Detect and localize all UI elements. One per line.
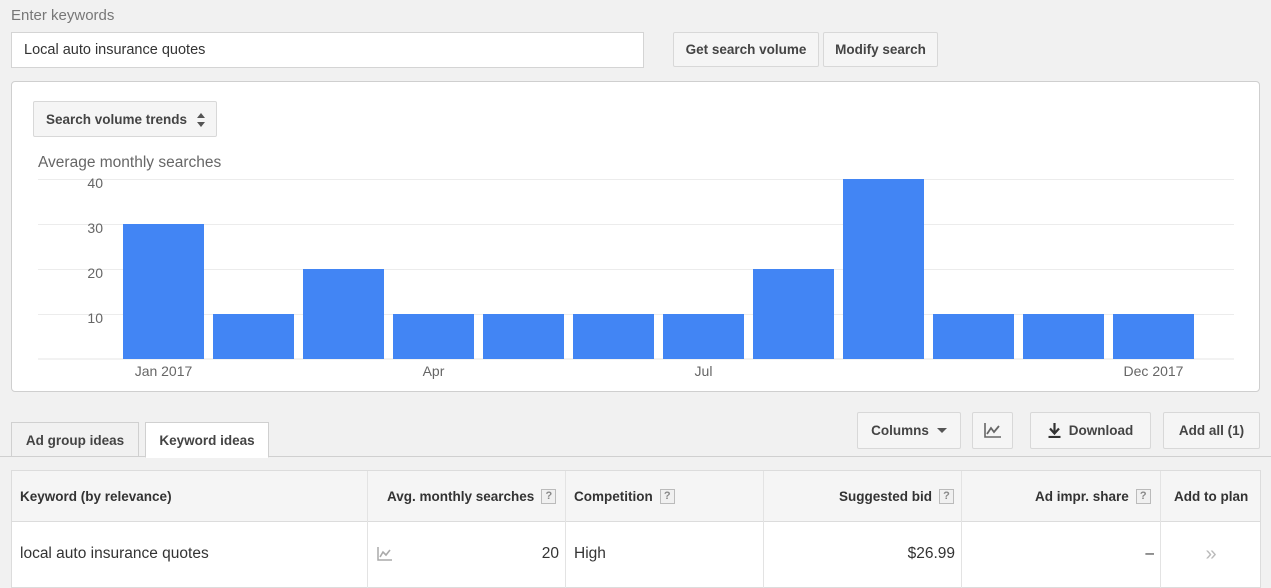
bar-jan-2017 [123, 224, 204, 359]
chart-card: 10 20 30 40 Jan 2017 Apr Jul Dec 2017 Search vo… [11, 81, 1260, 392]
bar-may-2017 [483, 314, 564, 359]
keyword-table: Keyword (by relevance) Avg. monthly sear… [11, 470, 1261, 588]
y-tick-label: 10 [87, 310, 103, 326]
header-suggested-bid[interactable]: Suggested bid ? [839, 471, 955, 522]
row-keyword: local auto insurance quotes [20, 545, 209, 562]
trend-select-label: Search volume trends [46, 111, 188, 127]
keywords-label: Enter keywords [11, 7, 115, 24]
columns-label: Columns [871, 423, 929, 438]
bar-aug-2017 [753, 269, 834, 359]
row-competition: High [574, 545, 606, 562]
row-avg-monthly-searches: 20 [541, 545, 559, 562]
column-separator [763, 471, 764, 588]
help-icon[interactable]: ? [659, 489, 675, 504]
modify-search-button[interactable]: Modify search [823, 32, 938, 67]
row-suggested-bid: $26.99 [907, 545, 955, 562]
y-tick-label: 40 [87, 175, 103, 191]
bar-jun-2017 [573, 314, 654, 359]
bar-sep-2017 [843, 179, 924, 359]
download-label: Download [1068, 423, 1134, 438]
x-tick-label: Jan 2017 [135, 363, 193, 379]
row-add-to-plan-button[interactable]: » [1160, 523, 1262, 585]
bar-nov-2017 [1023, 314, 1104, 359]
add-all-button[interactable]: Add all (1) [1163, 412, 1260, 449]
header-add-to-plan: Add to plan [1174, 489, 1249, 504]
columns-button[interactable]: Columns [857, 412, 961, 449]
bar-oct-2017 [933, 314, 1014, 359]
help-icon[interactable]: ? [1135, 489, 1151, 504]
tab-ad-group-ideas[interactable]: Ad group ideas [11, 422, 139, 457]
search-volume-trends-select[interactable]: Search volume trends [33, 101, 217, 137]
help-icon[interactable]: ? [541, 489, 557, 504]
up-down-arrows-icon [197, 113, 205, 127]
download-button[interactable]: Download [1030, 412, 1151, 449]
bar-mar-2017 [303, 269, 384, 359]
tab-keyword-ideas[interactable]: Keyword ideas [145, 422, 269, 458]
bar-jul-2017 [663, 314, 744, 359]
header-keyword[interactable]: Keyword (by relevance) [20, 471, 172, 522]
chart-toggle-button[interactable] [972, 412, 1013, 449]
mini-chart-icon [377, 547, 392, 561]
column-separator [367, 471, 368, 588]
chart-subtitle: Average monthly searches [38, 154, 222, 171]
header-ad-impr-share[interactable]: Ad impr. share ? [1035, 471, 1151, 522]
bar-apr-2017 [393, 314, 474, 359]
row-ad-impr-share: – [1145, 545, 1154, 562]
y-tick-label: 20 [87, 265, 103, 281]
header-competition[interactable]: Competition ? [574, 471, 675, 522]
row-trend-icon-button[interactable] [377, 523, 392, 585]
bar-feb-2017 [213, 314, 294, 359]
keywords-input[interactable]: Local auto insurance quotes [11, 32, 644, 68]
caret-down-icon [936, 427, 947, 433]
column-separator [565, 471, 566, 588]
help-icon[interactable]: ? [939, 489, 955, 504]
x-tick-label: Apr [423, 363, 445, 379]
get-search-volume-button[interactable]: Get search volume [673, 32, 819, 67]
line-chart-icon [984, 423, 1001, 438]
header-avg-monthly-searches[interactable]: Avg. monthly searches ? [387, 471, 557, 522]
download-icon [1048, 423, 1061, 438]
column-separator [961, 471, 962, 588]
y-tick-label: 30 [87, 220, 103, 236]
x-tick-label: Dec 2017 [1124, 363, 1184, 379]
bar-dec-2017 [1113, 314, 1194, 359]
x-tick-label: Jul [695, 363, 713, 379]
